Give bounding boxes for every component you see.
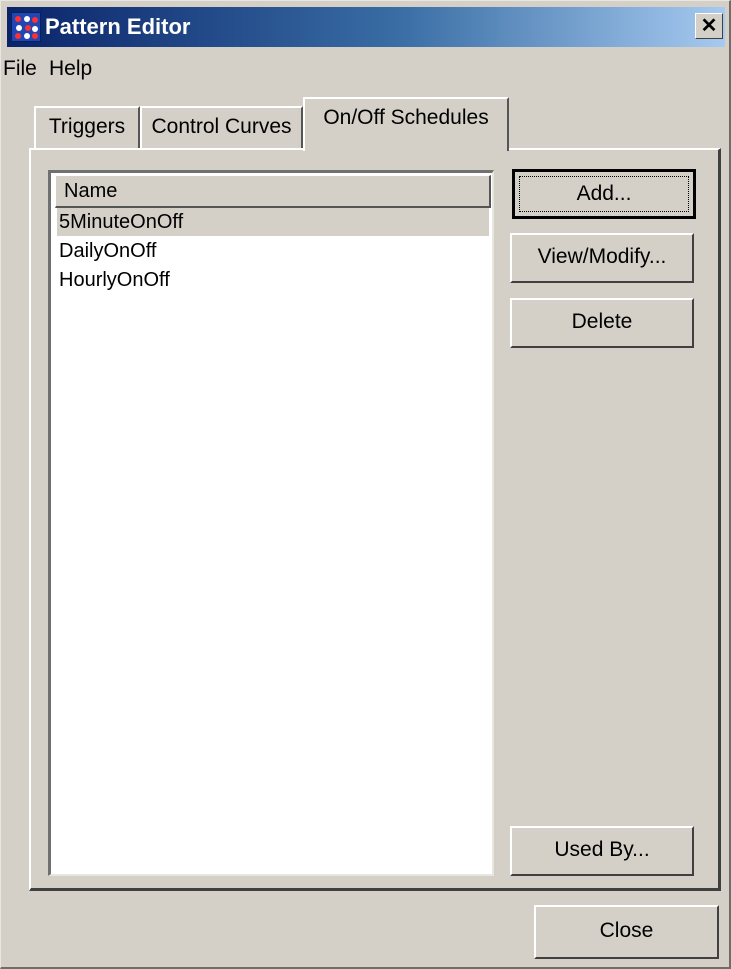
view-modify-button-label: View/Modify...	[537, 245, 667, 268]
menu-file[interactable]: File	[3, 57, 37, 81]
pattern-editor-app-icon	[11, 12, 41, 42]
tab-triggers-label: Triggers	[48, 115, 126, 138]
list-header-label: Name	[64, 180, 118, 202]
menu-help[interactable]: Help	[49, 57, 92, 81]
title-bar[interactable]: Pattern Editor ✕	[7, 7, 725, 47]
list-item[interactable]: HourlyOnOff	[57, 266, 489, 294]
list-item[interactable]: DailyOnOff	[57, 237, 489, 265]
tab-control-curves-label: Control Curves	[151, 115, 292, 138]
close-button-label: Close	[599, 919, 654, 942]
pattern-editor-window: Pattern Editor ✕ File Help Triggers Cont…	[0, 0, 731, 969]
add-button[interactable]: Add...	[512, 169, 696, 219]
list-item[interactable]: 5MinuteOnOff	[57, 208, 489, 236]
close-icon: ✕	[700, 15, 718, 37]
tab-on-off-schedules[interactable]: On/Off Schedules	[303, 97, 509, 151]
close-window-button[interactable]: ✕	[695, 13, 723, 39]
focus-rectangle	[519, 176, 689, 212]
schedule-list[interactable]: Name 5MinuteOnOff DailyOnOff HourlyOnOff	[48, 170, 494, 876]
window-title: Pattern Editor	[45, 14, 191, 39]
view-modify-button[interactable]: View/Modify...	[510, 233, 694, 283]
menu-bar: File Help	[3, 51, 723, 87]
used-by-button-label: Used By...	[554, 838, 650, 861]
tab-on-off-schedules-label: On/Off Schedules	[323, 106, 489, 129]
used-by-button[interactable]: Used By...	[510, 826, 694, 876]
delete-button[interactable]: Delete	[510, 298, 694, 348]
tab-control-curves[interactable]: Control Curves	[140, 106, 303, 150]
delete-button-label: Delete	[571, 310, 633, 333]
tab-triggers[interactable]: Triggers	[34, 106, 140, 150]
list-header-name[interactable]: Name	[55, 175, 491, 208]
close-button[interactable]: Close	[534, 905, 719, 959]
